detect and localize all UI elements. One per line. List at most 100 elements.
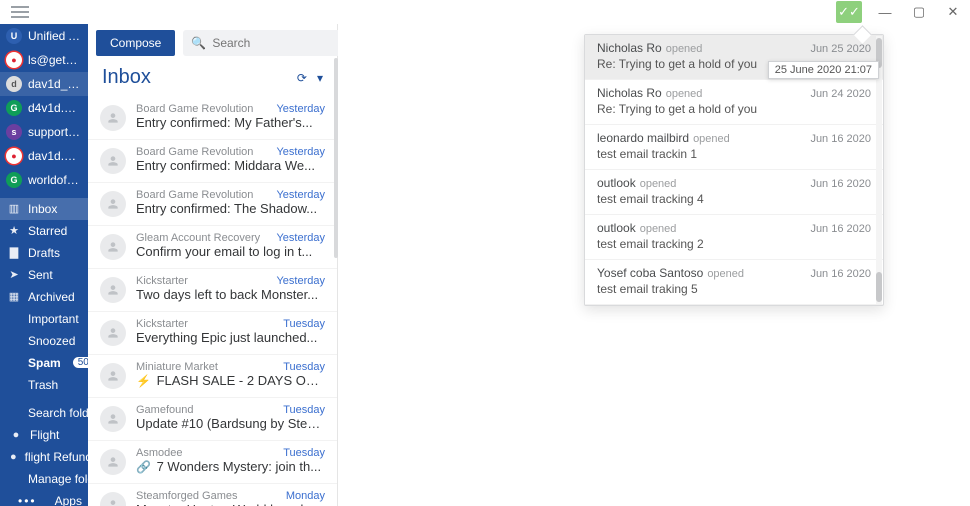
account-item[interactable]: d dav1d_g... [0,72,88,96]
avatar [100,234,126,260]
date: Yesterday [276,232,325,244]
message-row[interactable]: GamefoundTuesday Update #10 (Bardsung by… [88,398,337,441]
tracking-item[interactable]: outlook openedJun 16 2020 test email tra… [585,170,883,215]
nav-label: Drafts [28,246,60,260]
subject: Entry confirmed: My Father's... [136,115,325,130]
tracking-indicator-button[interactable]: ✓✓ [836,1,862,23]
message-row[interactable]: Kickstarter Yesterday Two days left to ba… [88,269,337,312]
list-title: Inbox [102,66,151,89]
archive-icon: ▦ [8,290,20,303]
message-row[interactable]: Board Game RevolutionYesterday Entry con… [88,140,337,183]
tracking-name: Nicholas Ro [597,41,662,55]
tracking-subject: test email tracking 2 [597,237,871,251]
hamburger-menu[interactable] [11,6,29,18]
message-row[interactable]: KickstarterTuesday Everything Epic just … [88,312,337,355]
minimize-button[interactable]: — [868,0,902,24]
subject: Update #10 (Bardsung by Stea... [136,416,325,431]
subject-icon: 🔗 [136,460,151,474]
nav-label: Spam [28,356,61,370]
account-item[interactable]: ● dav1d.gea... [0,144,88,168]
dot-icon: ● [10,451,17,463]
account-item[interactable]: Gd4v1d.ge4... [0,96,88,120]
message-row[interactable]: AsmodeeTuesday 🔗 7 Wonders Mystery: join… [88,441,337,484]
dot-icon: ● [10,429,22,441]
message-row[interactable]: Steamforged GamesMonday Monster Hunter: … [88,484,337,506]
account-item[interactable]: UUnified A... [0,24,88,48]
more-menu[interactable]: •••Apps [0,495,88,506]
nav-sent[interactable]: ➤Sent [0,264,88,286]
avatar [100,105,126,131]
subject: Monster Hunter: World board... [136,502,325,506]
date-tooltip: 25 June 2020 21:07 [768,61,879,79]
nav-important[interactable]: Important [0,308,88,330]
close-button[interactable]: ✕ [936,0,970,24]
account-item[interactable]: ssupport@... [0,120,88,144]
nav-starred[interactable]: ★ Starred [0,220,88,242]
subject: Two days left to back Monster... [136,287,325,302]
nav-archived[interactable]: ▦ Archived [0,286,88,308]
message-row[interactable]: Gleam Account RecoveryYesterday Confirm … [88,226,337,269]
maximize-button[interactable]: ▢ [902,0,936,24]
subject: Everything Epic just launched... [136,330,325,345]
tracking-item[interactable]: leonardo mailbird openedJun 16 2020 test… [585,125,883,170]
tracking-name: leonardo mailbird [597,131,689,145]
tracking-item[interactable]: Nicholas Ro openedJun 24 2020 Re: Trying… [585,80,883,125]
count-badge: 50 [73,357,88,368]
message-row[interactable]: Board Game RevolutionYesterday Entry con… [88,183,337,226]
sender: Board Game Revolution [136,146,253,158]
star-icon: ★ [8,224,20,237]
nav-tail-item[interactable]: ●flight Refund [0,446,88,468]
compose-button[interactable]: Compose [96,30,175,56]
account-label: dav1d_g... [28,77,82,91]
date: Yesterday [276,189,325,201]
tracking-item[interactable]: Yosef coba Santoso openedJun 16 2020 tes… [585,260,883,305]
avatar [100,363,126,389]
apps-label: Apps [55,495,82,506]
account-avatar: U [6,28,22,44]
account-avatar: ● [6,52,22,68]
tracking-subject: test email traking 5 [597,282,871,296]
refresh-icon[interactable]: ⟳ [297,71,307,85]
account-label: worldofra... [28,173,82,187]
search-icon: 🔍 [191,36,206,50]
sender: Board Game Revolution [136,189,253,201]
nav-label: Manage fold [28,472,88,486]
nav-trash[interactable]: Trash [0,374,88,396]
nav-drafts[interactable]: ▇ Drafts [0,242,88,264]
sender: Board Game Revolution [136,103,253,115]
subject: Entry confirmed: Middara We... [136,158,325,173]
account-item[interactable]: Gworldofra... [0,168,88,192]
nav-label: Starred [28,224,67,238]
tracking-popup: Nicholas Ro openedJun 25 2020 Re: Trying… [584,34,884,306]
nav-label: Archived [28,290,75,304]
file-icon: ▇ [8,246,20,259]
send-icon: ➤ [8,268,20,281]
nav-tail-item[interactable]: Manage fold [0,468,88,490]
account-label: dav1d.gea... [28,149,82,163]
sender: Kickstarter [136,318,188,330]
sidebar: UUnified A...●ls@getmail... d dav1d_g... Gd… [0,24,88,506]
nav-tail-item[interactable]: ●Flight [0,424,88,446]
message-list-pane: Compose 🔍 ⇅ Inbox ⟳ ▾ Board Game Revolut… [88,24,338,506]
subject: ⚡ FLASH SALE - 2 DAYS ONLY [136,373,325,388]
account-avatar: s [6,124,22,140]
tracking-item[interactable]: outlook openedJun 16 2020 test email tra… [585,215,883,260]
nav-tail-item[interactable]: Search folde [0,402,88,424]
message-row[interactable]: Miniature MarketTuesday ⚡ FLASH SALE - 2… [88,355,337,398]
account-avatar: ● [6,148,22,164]
avatar [100,406,126,432]
nav-spam[interactable]: Spam 50 [0,352,88,374]
sender: Kickstarter [136,275,188,287]
filter-icon[interactable]: ▾ [317,71,323,85]
nav-inbox[interactable]: ▥Inbox [0,198,88,220]
tracking-action: opened [640,178,677,190]
date: Yesterday [276,275,325,287]
nav-snoozed[interactable]: Snoozed [0,330,88,352]
account-avatar: d [6,76,22,92]
avatar [100,148,126,174]
message-row[interactable]: Board Game RevolutionYesterday Entry con… [88,97,337,140]
date: Tuesday [283,404,325,416]
avatar [100,191,126,217]
subject: Confirm your email to log in t... [136,244,325,259]
account-item[interactable]: ●ls@getmail... [0,48,88,72]
